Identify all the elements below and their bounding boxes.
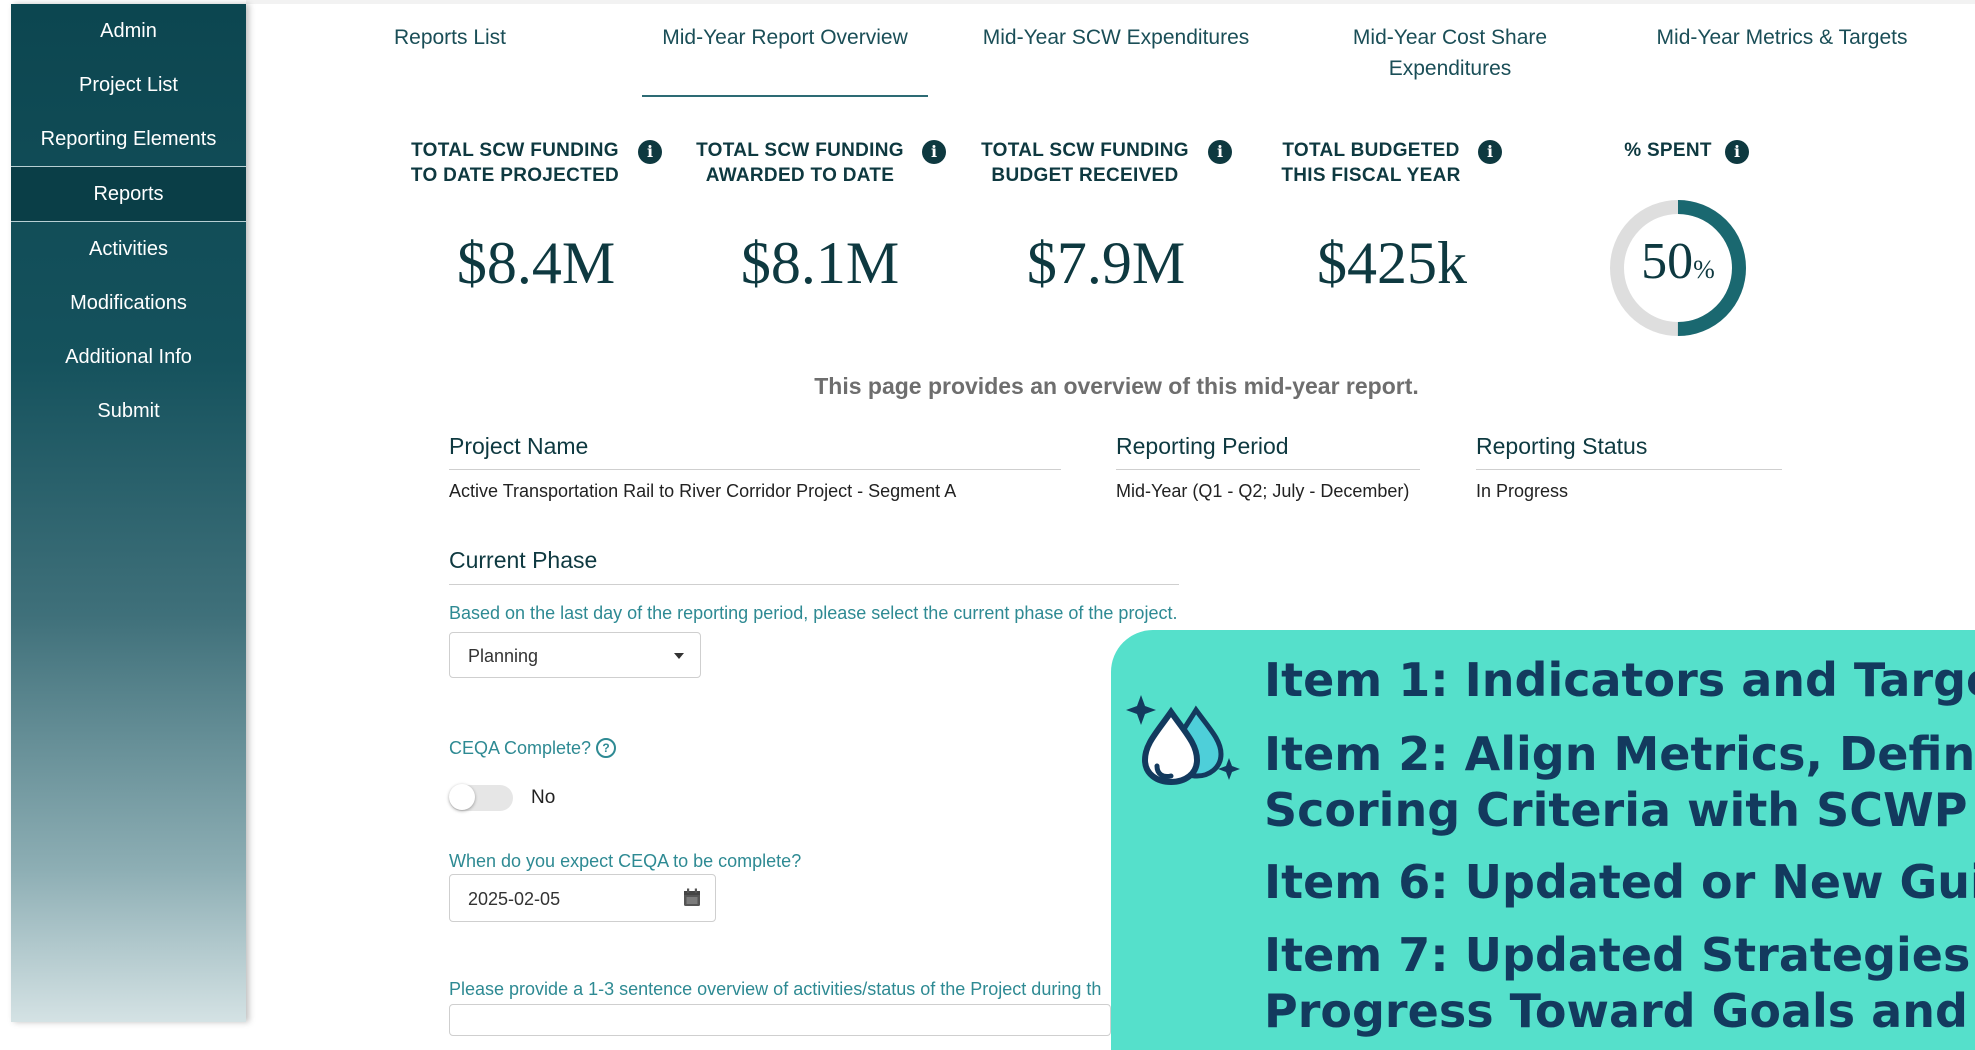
overlay-item-1: Item 1: Indicators and Targets [1264, 653, 1975, 707]
percent-spent-number: 50 [1641, 233, 1694, 290]
stat-label-budget-received: TOTAL SCW FUNDING BUDGET RECEIVED [981, 140, 1189, 186]
stat-value-awarded: $8.1M [740, 230, 900, 296]
overlay-item-2: Item 2: Align Metrics, Definitio [1264, 727, 1975, 781]
reporting-status-value: In Progress [1476, 481, 1569, 501]
stat-value-budget-received: $7.9M [1026, 230, 1186, 296]
stat-value-projected: $8.4M [456, 230, 616, 296]
sidebar: Admin Project List Reporting Elements Re… [11, 4, 246, 1022]
ceqa-expected-label: When do you expect CEQA to be complete? [449, 851, 802, 871]
percent-spent-value: 50% [1608, 232, 1748, 291]
tab-mid-year-metrics-targets[interactable]: Mid-Year Metrics & Targets [1640, 22, 1924, 53]
sidebar-item-activities[interactable]: Activities [11, 222, 246, 276]
info-icon[interactable]: i [1478, 140, 1502, 164]
ceqa-complete-label: CEQA Complete? [449, 738, 592, 758]
water-drops-logo-icon [1126, 695, 1240, 786]
current-phase-selected: Planning [468, 646, 539, 666]
stat-value-budgeted-fiscal-year: $425k [1317, 230, 1467, 296]
reporting-status-title: Reporting Status [1476, 433, 1648, 459]
percent-spent-unit: % [1693, 255, 1715, 284]
sidebar-item-additional-info[interactable]: Additional Info [11, 330, 246, 384]
info-icon[interactable]: i [1208, 140, 1232, 164]
tab-mid-year-scw-expenditures[interactable]: Mid-Year SCW Expenditures [970, 22, 1262, 53]
sidebar-item-reports[interactable]: Reports [11, 166, 246, 222]
info-icon[interactable]: i [638, 140, 662, 164]
divider [449, 584, 1179, 585]
ceqa-toggle-text: No [531, 787, 556, 808]
tab-mid-year-cost-share-expenditures[interactable]: Mid-Year Cost Share Expenditures [1320, 22, 1580, 84]
current-phase-title: Current Phase [449, 547, 598, 573]
promo-overlay: Item 1: Indicators and Targets Item 2: A… [1111, 630, 1975, 1050]
overlay-item-7: Item 7: Updated Strategies for [1264, 928, 1975, 982]
stat-label-budgeted-fiscal-year: TOTAL BUDGETED THIS FISCAL YEAR [1281, 140, 1461, 186]
ceqa-complete-toggle[interactable] [449, 784, 513, 811]
question-circle-icon[interactable]: ? [596, 738, 616, 758]
sidebar-item-admin[interactable]: Admin [11, 4, 246, 58]
ceqa-expected-date-input[interactable]: 2025-02-05 [449, 874, 716, 922]
reporting-period-value: Mid-Year (Q1 - Q2; July - December) [1116, 481, 1410, 501]
divider [1116, 469, 1420, 470]
stat-label-awarded: TOTAL SCW FUNDING AWARDED TO DATE [696, 140, 904, 186]
sidebar-item-submit[interactable]: Submit [11, 384, 246, 438]
sidebar-item-project-list[interactable]: Project List [11, 58, 246, 112]
info-icon[interactable]: i [922, 140, 946, 164]
intro-text: This page provides an overview of this m… [814, 373, 1419, 399]
tab-reports-list[interactable]: Reports List [380, 22, 520, 53]
overlay-item-7-continued: Progress Toward Goals and Pro [1264, 984, 1975, 1038]
ceqa-expected-date-value: 2025-02-05 [468, 889, 561, 909]
stat-label-percent-spent: % SPENT [1624, 140, 1712, 161]
stat-label-projected: TOTAL SCW FUNDING TO DATE PROJECTED [410, 140, 620, 186]
current-phase-prompt: Based on the last day of the reporting p… [449, 603, 1178, 623]
tab-mid-year-report-overview[interactable]: Mid-Year Report Overview [642, 22, 928, 53]
active-tab-indicator [642, 95, 928, 97]
calendar-icon[interactable] [683, 888, 701, 907]
overview-prompt: Please provide a 1-3 sentence overview o… [449, 979, 1102, 999]
reporting-period-title: Reporting Period [1116, 433, 1289, 459]
toggle-knob [449, 784, 475, 810]
sidebar-item-reporting-elements[interactable]: Reporting Elements [11, 112, 246, 166]
divider [449, 469, 1061, 470]
project-name-value: Active Transportation Rail to River Corr… [449, 481, 957, 501]
overview-textarea[interactable] [449, 1004, 1111, 1036]
project-name-title: Project Name [449, 433, 589, 459]
divider [1476, 469, 1782, 470]
chevron-down-icon [674, 653, 684, 659]
current-phase-select[interactable]: Planning [449, 632, 701, 678]
overlay-item-6: Item 6: Updated or New Guida [1264, 855, 1975, 909]
sidebar-item-modifications[interactable]: Modifications [11, 276, 246, 330]
info-icon[interactable]: i [1725, 140, 1749, 164]
top-border [246, 0, 1975, 4]
overlay-item-2-continued: Scoring Criteria with SCWP Go [1264, 783, 1975, 837]
